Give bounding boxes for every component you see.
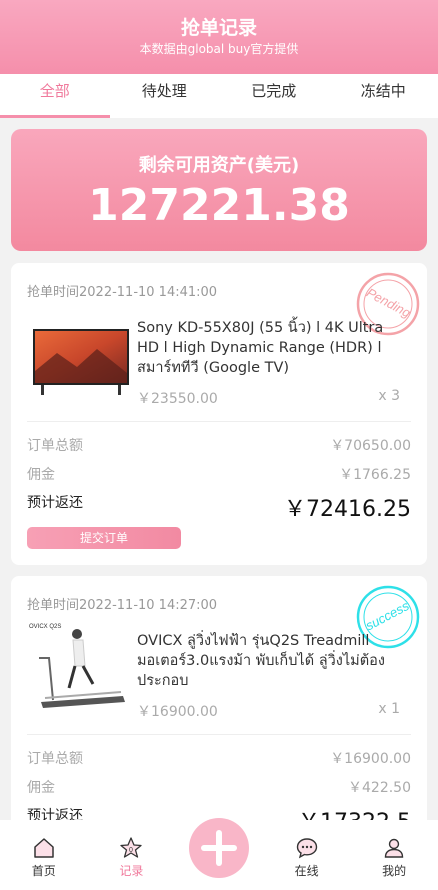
tabbar-mine-label: 我的 — [382, 864, 407, 878]
order-total-label: 订单总额 — [27, 438, 83, 454]
tab-completed[interactable]: 已完成 — [219, 74, 329, 118]
home-icon — [34, 838, 54, 858]
svg-text:Pending: Pending — [364, 285, 414, 321]
order-card: 抢单时间2022-11-10 14:27:00 success OVICX Q2… — [11, 576, 427, 836]
chat-icon — [296, 838, 317, 859]
plus-icon — [201, 830, 237, 866]
product-image-treadmill: OVICX Q2S — [29, 624, 125, 708]
record-star-icon: 0 — [120, 837, 143, 858]
product-quantity: x 1 — [378, 701, 400, 717]
divider — [27, 734, 411, 735]
product-price: ￥23550.00 — [137, 391, 218, 407]
expected-return-value: ￥72416.25 — [284, 497, 411, 522]
tab-frozen[interactable]: 冻结中 — [329, 74, 438, 118]
svg-text:success: success — [363, 598, 412, 634]
product-price: ￥16900.00 — [137, 704, 218, 720]
commission-label: 佣金 — [27, 467, 55, 483]
commission-value: ￥1766.25 — [339, 467, 411, 483]
tab-pending[interactable]: 待处理 — [110, 74, 220, 118]
page-title: 抢单记录 — [180, 17, 257, 39]
submit-order-button[interactable]: 提交订单 — [27, 527, 181, 549]
product-image-tv — [33, 329, 129, 395]
product-quantity: x 3 — [378, 388, 400, 404]
balance-value: 127221.38 — [88, 180, 350, 231]
product-name: Sony KD-55X80J (55 นิ้ว) l 4K Ultra HD l… — [137, 320, 384, 376]
tabbar-records-label: 记录 — [119, 864, 144, 878]
tabbar-home[interactable]: 首页 — [0, 820, 88, 890]
order-time: 抢单时间2022-11-10 14:27:00 — [27, 598, 218, 613]
tabbar-online-label: 在线 — [294, 864, 319, 878]
expected-return-label: 预计返还 — [27, 495, 83, 511]
svg-text:0: 0 — [129, 847, 133, 854]
balance-label: 剩余可用资产(美元) — [138, 155, 300, 176]
tabbar-mine[interactable]: 我的 — [350, 820, 438, 890]
tabbar-records[interactable]: 0 记录 — [88, 820, 176, 890]
svg-text:OVICX Q2S: OVICX Q2S — [29, 624, 61, 630]
filter-tabs: 全部 待处理 已完成 冻结中 — [0, 74, 438, 118]
divider — [27, 421, 411, 422]
product-name: OVICX ลู่วิ่งไฟฟ้า รุ่นQ2S Treadmill มอเ… — [137, 633, 385, 689]
page-header: 抢单记录 本数据由global buy官方提供 — [0, 0, 438, 74]
user-icon — [384, 838, 404, 858]
balance-card: 剩余可用资产(美元) 127221.38 — [11, 129, 427, 251]
tabbar-online[interactable]: 在线 — [263, 820, 351, 890]
order-card: 抢单时间2022-11-10 14:41:00 Pending Sony KD-… — [11, 263, 427, 565]
page-subtitle: 本数据由global buy官方提供 — [139, 42, 299, 56]
order-total-value: ￥16900.00 — [330, 751, 411, 767]
tab-all[interactable]: 全部 — [0, 74, 110, 118]
order-total-label: 订单总额 — [27, 751, 83, 767]
center-plus-button[interactable] — [189, 818, 249, 878]
commission-label: 佣金 — [27, 780, 55, 796]
order-time: 抢单时间2022-11-10 14:41:00 — [27, 285, 218, 300]
commission-value: ￥422.50 — [348, 780, 411, 796]
order-total-value: ￥70650.00 — [330, 438, 411, 454]
tabbar-home-label: 首页 — [31, 864, 56, 878]
